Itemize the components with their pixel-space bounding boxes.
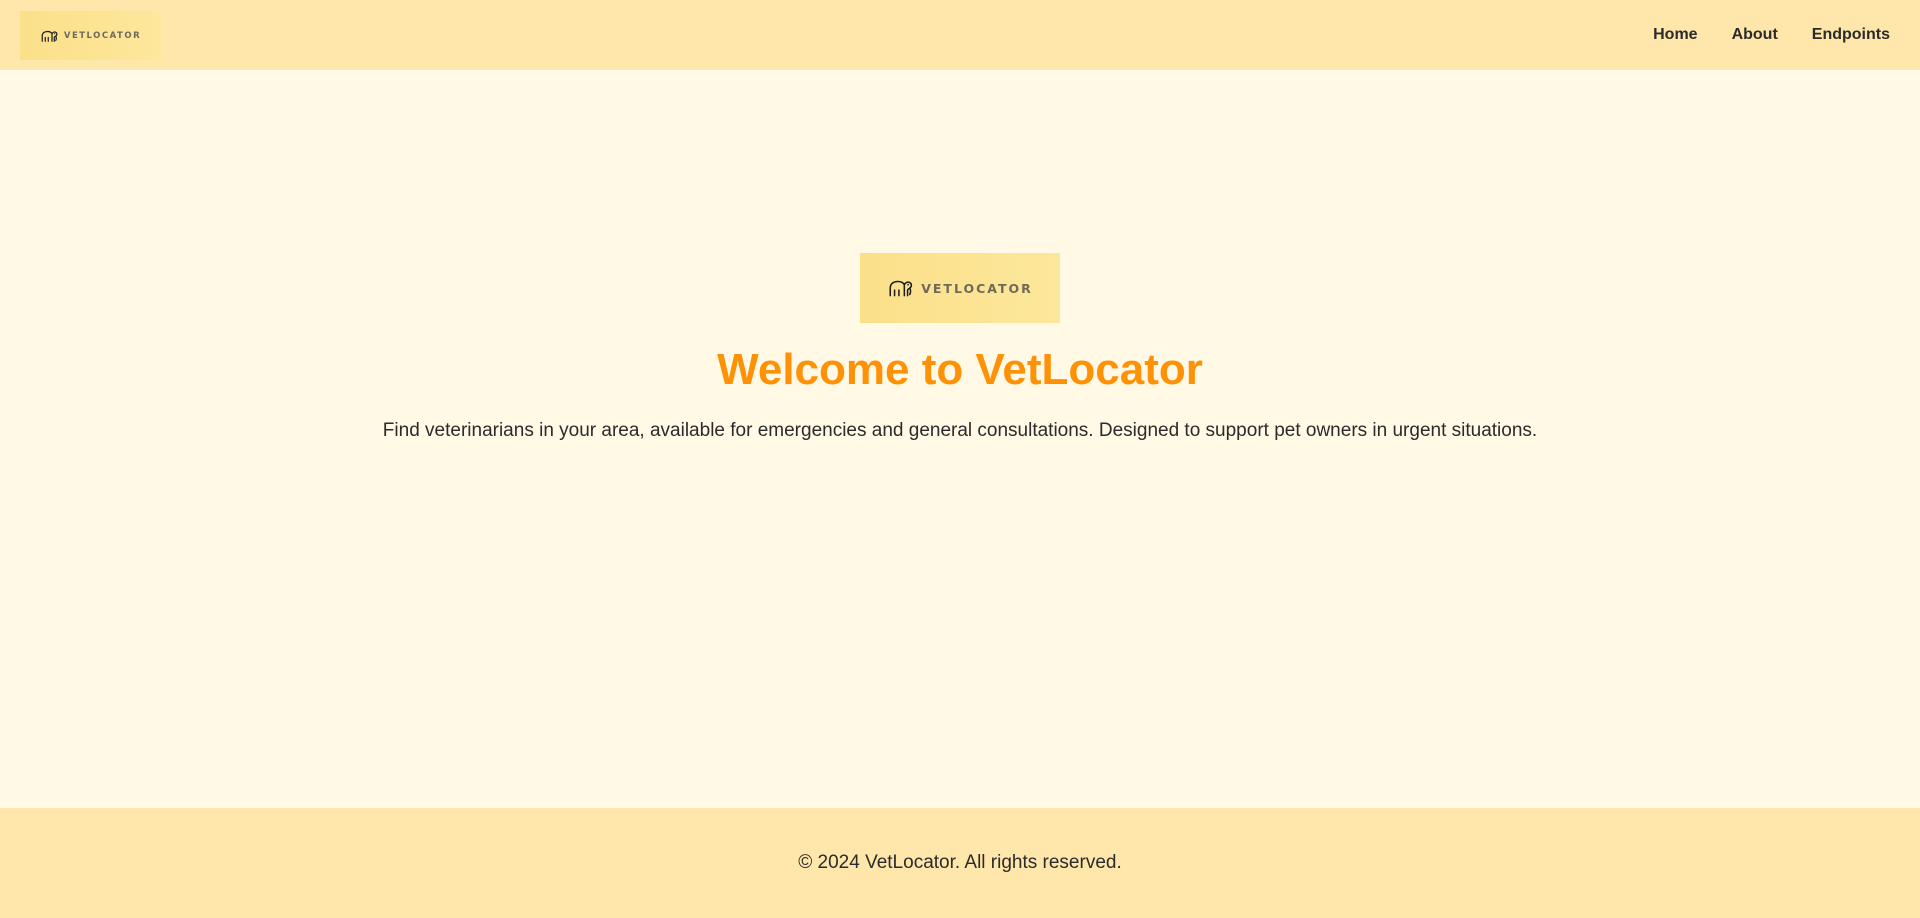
nav-about-link[interactable]: About (1732, 26, 1778, 44)
main-nav: Home About Endpoints (1619, 0, 1890, 70)
header-logo-text: VETLOCATOR (63, 30, 142, 41)
nav-endpoints-link[interactable]: Endpoints (1812, 26, 1890, 44)
elephant-icon (40, 29, 58, 43)
nav-home-link[interactable]: Home (1653, 26, 1697, 44)
elephant-icon (887, 278, 913, 298)
hero-subtitle: Find veterinarians in your area, availab… (382, 420, 1538, 441)
header-logo[interactable]: VETLOCATOR (20, 11, 161, 60)
footer-copyright: © 2024 VetLocator. All rights reserved. (798, 852, 1122, 873)
hero-logo: VETLOCATOR (860, 253, 1060, 323)
site-header: VETLOCATOR Home About Endpoints (0, 0, 1920, 70)
hero-title: Welcome to VetLocator (717, 345, 1203, 394)
site-footer: © 2024 VetLocator. All rights reserved. (0, 808, 1920, 918)
hero-logo-text: VETLOCATOR (921, 280, 1033, 296)
